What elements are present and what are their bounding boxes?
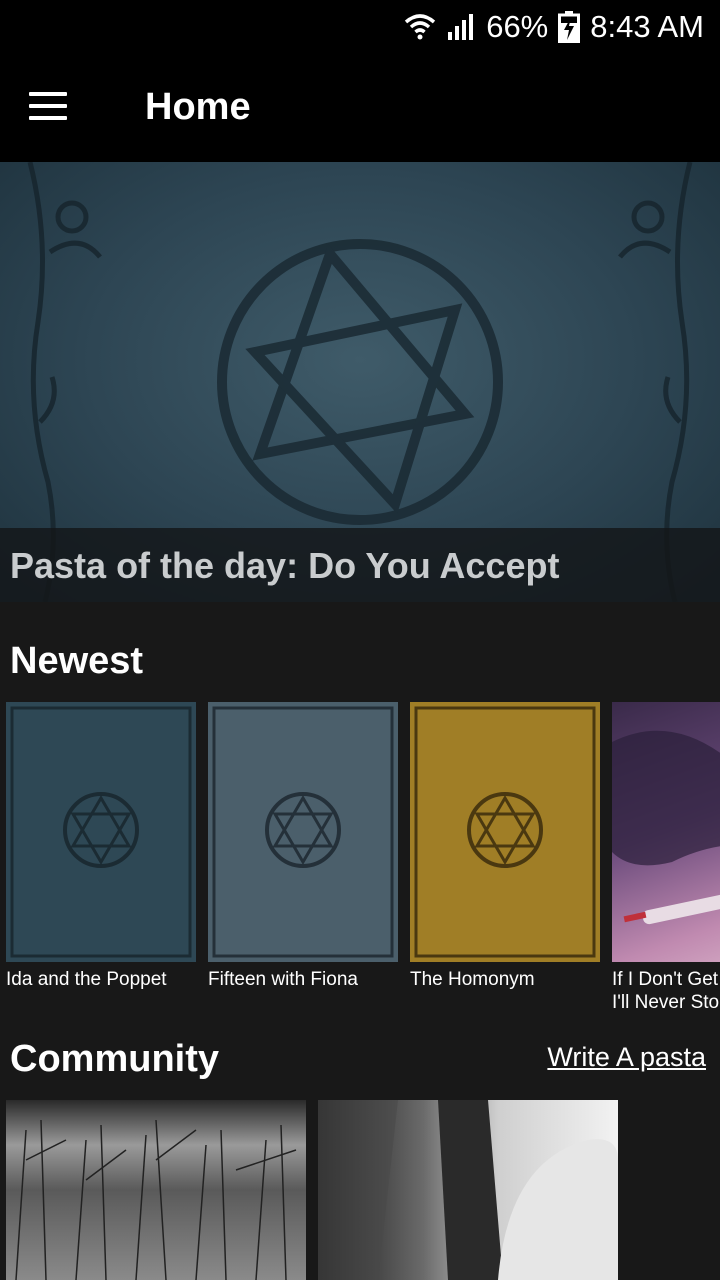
newest-card-2[interactable]: Fifteen with Fiona xyxy=(208,702,398,991)
card-title: The Homonym xyxy=(410,969,535,990)
card-title: If I Don't Get I'll Never Sto xyxy=(612,969,720,1013)
book-cover xyxy=(208,702,398,962)
page-title: Home xyxy=(145,86,251,128)
newest-carousel[interactable]: Ida and the Poppet Fifteen with Fiona Th… xyxy=(6,702,720,1022)
status-bar: 66% 8:43 AM xyxy=(0,0,720,52)
write-a-pasta-link[interactable]: Write A pasta xyxy=(547,1042,706,1073)
clock-time: 8:43 AM xyxy=(590,9,704,44)
app-bar: Home xyxy=(0,52,720,162)
hero-caption-bar: Pasta of the day: Do You Accept xyxy=(0,528,720,602)
newest-card-3[interactable]: The Homonym xyxy=(410,702,600,991)
battery-charging-icon xyxy=(558,11,581,43)
book-cover xyxy=(410,702,600,962)
wifi-icon xyxy=(404,12,436,42)
book-cover xyxy=(6,702,196,962)
hero-caption: Pasta of the day: Do You Accept xyxy=(10,545,560,586)
hamburger-menu-icon[interactable] xyxy=(20,82,76,130)
community-thumb-1[interactable] xyxy=(6,1100,306,1280)
signal-icon xyxy=(446,12,476,42)
community-thumb-2[interactable] xyxy=(318,1100,618,1280)
community-carousel[interactable] xyxy=(6,1100,720,1280)
newest-card-4[interactable]: If I Don't Get I'll Never Sto xyxy=(612,702,720,1014)
card-title: Ida and the Poppet xyxy=(6,969,167,990)
battery-percent: 66% xyxy=(486,9,549,44)
card-title: Fifteen with Fiona xyxy=(208,969,358,990)
pasta-of-the-day-banner[interactable]: Pasta of the day: Do You Accept xyxy=(0,162,720,602)
community-heading: Community xyxy=(10,1038,219,1080)
photo-cover xyxy=(612,702,720,962)
newest-card-1[interactable]: Ida and the Poppet xyxy=(6,702,196,991)
newest-heading: Newest xyxy=(10,640,144,682)
